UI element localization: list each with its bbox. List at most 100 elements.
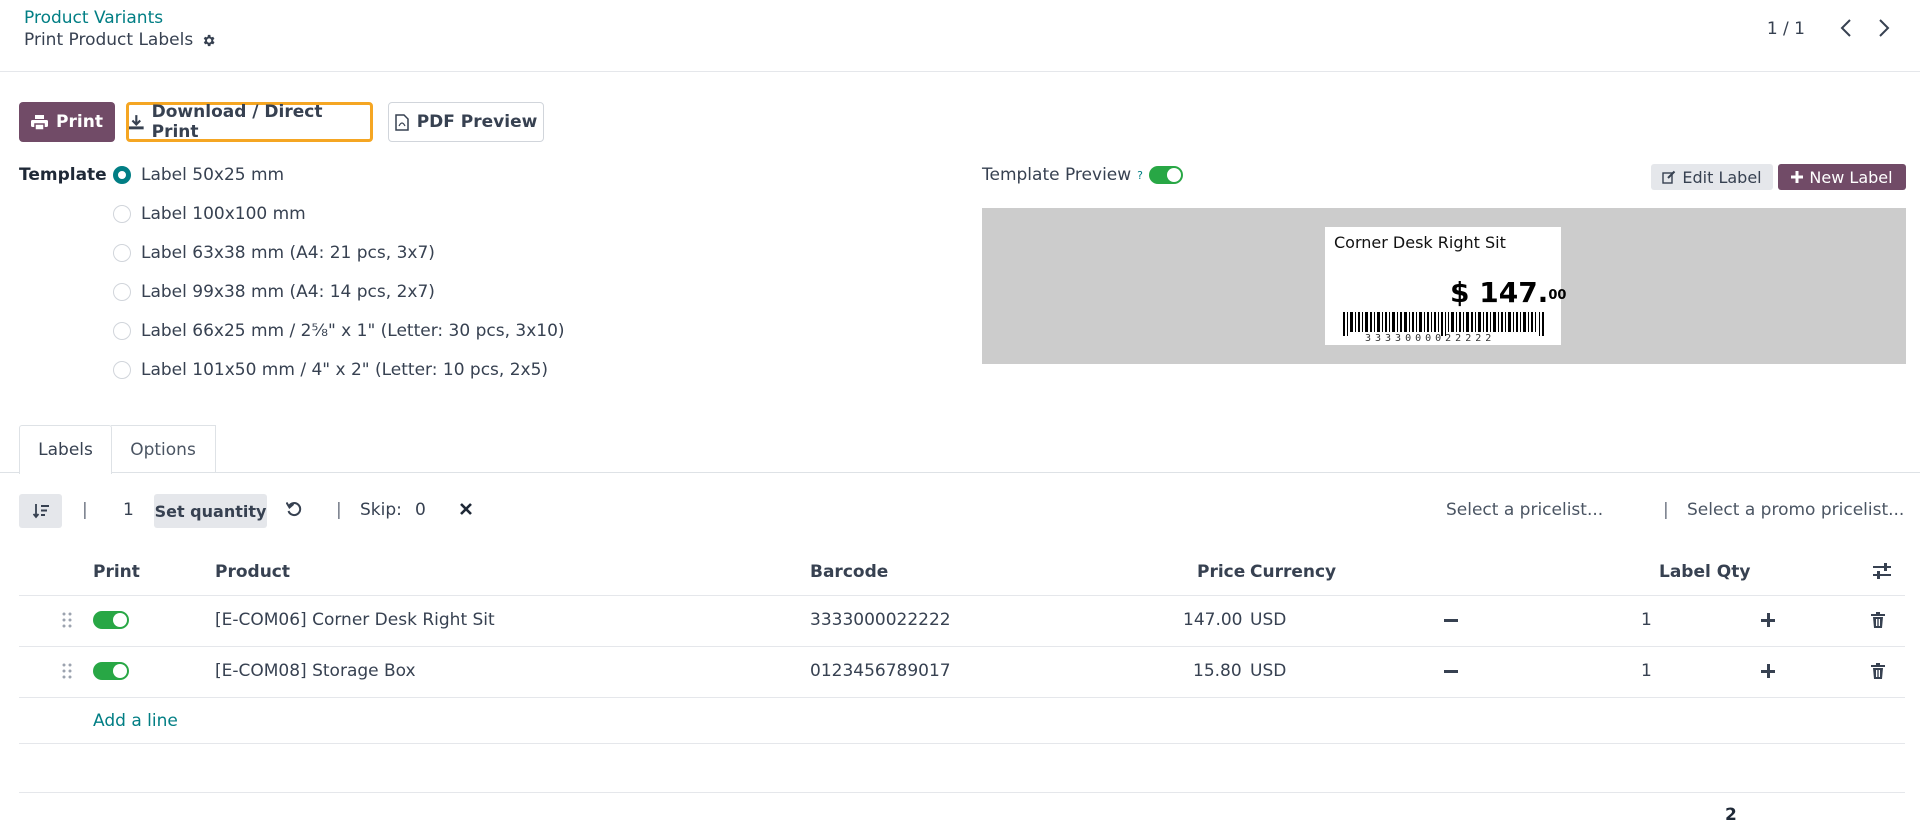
label-price: $ 147. 00 bbox=[1450, 276, 1566, 309]
row-label-qty[interactable]: 1 bbox=[1641, 610, 1652, 630]
radio[interactable] bbox=[113, 322, 131, 340]
promo-pricelist-select[interactable]: Select a promo pricelist... bbox=[1687, 500, 1904, 520]
template-option-label: Label 100x100 mm bbox=[141, 204, 306, 224]
drag-handle-icon[interactable] bbox=[62, 612, 72, 628]
skip-input[interactable]: 0 bbox=[415, 500, 426, 520]
row-divider bbox=[19, 646, 1905, 647]
page-title-text: Print Product Labels bbox=[24, 30, 194, 50]
printer-icon bbox=[31, 114, 49, 130]
tab-options[interactable]: Options bbox=[111, 425, 216, 473]
pager-previous-button[interactable] bbox=[1832, 14, 1860, 42]
new-label-text: New Label bbox=[1809, 167, 1893, 187]
plus-icon bbox=[1791, 171, 1804, 183]
label-price-main: $ 147. bbox=[1450, 276, 1549, 309]
separator: | bbox=[1663, 500, 1669, 520]
template-option[interactable]: Label 50x25 mm bbox=[113, 165, 284, 185]
row-barcode[interactable]: 0123456789017 bbox=[810, 661, 951, 681]
template-option-label: Label 66x25 mm / 2⅝" x 1" (Letter: 30 pc… bbox=[141, 321, 565, 341]
label-product-name: Corner Desk Right Sit bbox=[1334, 233, 1506, 252]
column-header-price[interactable]: Price bbox=[1197, 562, 1245, 582]
template-option[interactable]: Label 63x38 mm (A4: 21 pcs, 3x7) bbox=[113, 243, 435, 263]
file-pdf-icon bbox=[394, 113, 409, 131]
template-label: Template bbox=[19, 165, 107, 185]
edit-label-text: Edit Label bbox=[1682, 167, 1762, 187]
table-header-divider bbox=[19, 595, 1905, 596]
help-tooltip-icon[interactable]: ? bbox=[1137, 169, 1143, 182]
edit-icon bbox=[1662, 170, 1676, 184]
edit-label-button[interactable]: Edit Label bbox=[1651, 164, 1773, 190]
row-product[interactable]: [E-COM06] Corner Desk Right Sit bbox=[215, 610, 495, 630]
column-header-label-qty[interactable]: Label Qty bbox=[1659, 562, 1750, 582]
print-toggle[interactable] bbox=[93, 662, 129, 680]
increase-qty-button[interactable] bbox=[1761, 664, 1775, 678]
total-label-qty: 2 bbox=[1725, 805, 1737, 825]
template-option-label: Label 99x38 mm (A4: 14 pcs, 2x7) bbox=[141, 282, 435, 302]
reset-button[interactable] bbox=[286, 501, 302, 517]
sort-button[interactable] bbox=[19, 494, 62, 528]
pdf-preview-label: PDF Preview bbox=[416, 112, 538, 132]
row-barcode[interactable]: 3333000022222 bbox=[810, 610, 951, 630]
template-preview-header: Template Preview ? bbox=[982, 165, 1183, 185]
print-button[interactable]: Print bbox=[19, 102, 115, 142]
sliders-icon bbox=[1873, 563, 1891, 579]
template-option[interactable]: Label 66x25 mm / 2⅝" x 1" (Letter: 30 pc… bbox=[113, 321, 565, 341]
row-label-qty[interactable]: 1 bbox=[1641, 661, 1652, 681]
row-price[interactable]: 147.00 bbox=[1183, 610, 1242, 630]
column-header-currency[interactable]: Currency bbox=[1250, 562, 1336, 582]
template-preview-title: Template Preview bbox=[982, 165, 1132, 185]
pager-next-button[interactable] bbox=[1870, 14, 1898, 42]
radio[interactable] bbox=[113, 244, 131, 262]
pager-value[interactable]: 1 / 1 bbox=[1767, 19, 1805, 39]
radio[interactable] bbox=[113, 205, 131, 223]
gear-icon[interactable] bbox=[201, 33, 216, 48]
tab-labels[interactable]: Labels bbox=[19, 425, 112, 474]
decrease-qty-button[interactable] bbox=[1444, 670, 1458, 673]
row-divider bbox=[19, 697, 1905, 698]
template-option-label: Label 63x38 mm (A4: 21 pcs, 3x7) bbox=[141, 243, 435, 263]
trash-icon[interactable] bbox=[1871, 612, 1885, 628]
print-button-label: Print bbox=[56, 112, 103, 132]
increase-qty-button[interactable] bbox=[1761, 613, 1775, 627]
row-product[interactable]: [E-COM08] Storage Box bbox=[215, 661, 416, 681]
header-divider bbox=[0, 71, 1920, 72]
optional-columns-toggle[interactable] bbox=[1873, 562, 1891, 580]
pricelist-select[interactable]: Select a pricelist... bbox=[1446, 500, 1603, 520]
template-option[interactable]: Label 99x38 mm (A4: 14 pcs, 2x7) bbox=[113, 282, 435, 302]
radio[interactable] bbox=[113, 283, 131, 301]
close-icon bbox=[460, 503, 472, 515]
set-quantity-button[interactable]: Set quantity bbox=[154, 494, 267, 528]
clear-skip-button[interactable] bbox=[460, 503, 472, 515]
download-button-label: Download / Direct Print bbox=[151, 102, 323, 142]
column-header-barcode[interactable]: Barcode bbox=[810, 562, 888, 582]
decrease-qty-button[interactable] bbox=[1444, 619, 1458, 622]
quantity-input[interactable]: 1 bbox=[123, 500, 134, 520]
row-price[interactable]: 15.80 bbox=[1193, 661, 1242, 681]
radio-checked[interactable] bbox=[113, 166, 131, 184]
print-toggle[interactable] bbox=[93, 611, 129, 629]
column-header-print[interactable]: Print bbox=[93, 562, 140, 582]
sort-amount-icon bbox=[32, 504, 49, 519]
page-title: Print Product Labels bbox=[24, 30, 216, 50]
column-header-product[interactable]: Product bbox=[215, 562, 290, 582]
trash-icon[interactable] bbox=[1871, 663, 1885, 679]
template-option[interactable]: Label 100x100 mm bbox=[113, 204, 306, 224]
tab-divider bbox=[0, 472, 1920, 473]
table-footer-divider bbox=[19, 792, 1905, 793]
template-option-label: Label 50x25 mm bbox=[141, 165, 285, 185]
template-option-label: Label 101x50 mm / 4" x 2" (Letter: 10 pc… bbox=[141, 360, 549, 380]
separator: | bbox=[336, 500, 342, 520]
pdf-preview-button[interactable]: PDF Preview bbox=[388, 102, 544, 142]
add-a-line-link[interactable]: Add a line bbox=[93, 711, 178, 731]
undo-icon bbox=[286, 501, 302, 517]
breadcrumb-product-variants[interactable]: Product Variants bbox=[24, 8, 163, 28]
drag-handle-icon[interactable] bbox=[62, 663, 72, 679]
download-direct-print-button[interactable]: Download / Direct Print bbox=[126, 102, 373, 142]
template-preview-toggle[interactable] bbox=[1149, 166, 1183, 184]
row-currency[interactable]: USD bbox=[1250, 661, 1286, 681]
chevron-left-icon bbox=[1840, 19, 1851, 37]
row-currency[interactable]: USD bbox=[1250, 610, 1286, 630]
separator: | bbox=[82, 500, 88, 520]
new-label-button[interactable]: New Label bbox=[1778, 164, 1906, 190]
radio[interactable] bbox=[113, 361, 131, 379]
template-option[interactable]: Label 101x50 mm / 4" x 2" (Letter: 10 pc… bbox=[113, 360, 548, 380]
